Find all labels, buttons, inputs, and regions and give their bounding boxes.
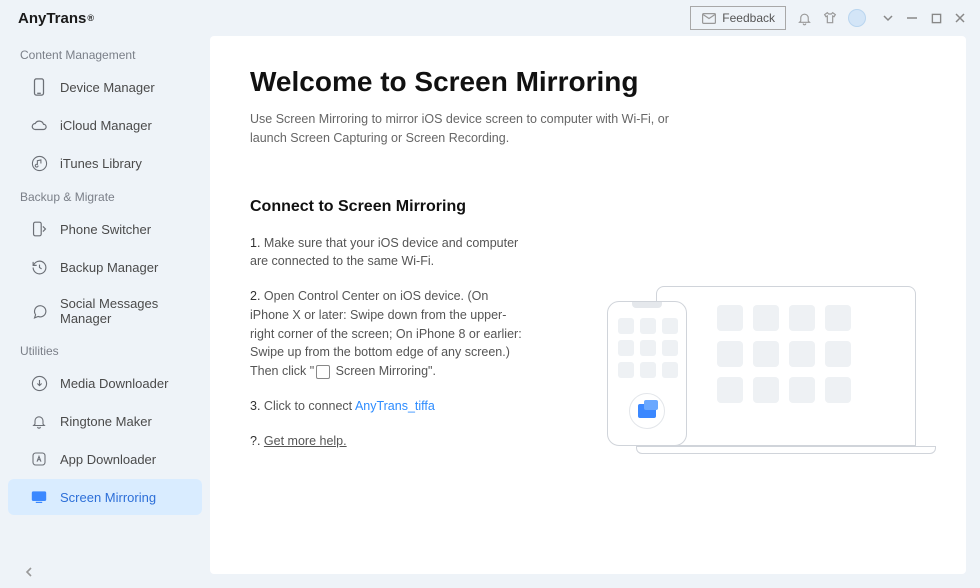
laptop-graphic: [656, 286, 916, 446]
step-number: ?.: [250, 434, 260, 448]
shirt-icon[interactable]: [822, 10, 838, 26]
phone-icon: [30, 78, 48, 96]
sidebar-item-label: Phone Switcher: [60, 222, 151, 237]
step-number: 1.: [250, 236, 260, 250]
sidebar-item-label: iCloud Manager: [60, 118, 152, 133]
page-subtitle: Use Screen Mirroring to mirror iOS devic…: [250, 110, 670, 148]
titlebar-right: Feedback: [690, 6, 968, 30]
phone-badge-icon: [629, 393, 665, 429]
sidebar-item-social-messages[interactable]: Social Messages Manager: [8, 287, 202, 335]
screen-mirroring-inline-icon: [316, 365, 330, 379]
maximize-icon[interactable]: [928, 10, 944, 26]
laptop-base: [636, 446, 936, 454]
sidebar-item-label: App Downloader: [60, 452, 156, 467]
sidebar-item-device-manager[interactable]: Device Manager: [8, 69, 202, 105]
sidebar-item-backup-manager[interactable]: Backup Manager: [8, 249, 202, 285]
phone-graphic: [607, 301, 687, 446]
page-title: Welcome to Screen Mirroring: [250, 66, 926, 98]
music-note-icon: [30, 154, 48, 172]
illustration: [656, 286, 936, 454]
app-icon: [30, 450, 48, 468]
body: Content Management Device Manager iCloud…: [0, 36, 980, 588]
sidebar-item-phone-switcher[interactable]: Phone Switcher: [8, 211, 202, 247]
step-help: ?. Get more help.: [250, 432, 530, 451]
download-icon: [30, 374, 48, 392]
section-content-management: Content Management: [0, 40, 210, 68]
chat-icon: [30, 302, 48, 320]
registered-mark: ®: [87, 13, 94, 23]
section-utilities: Utilities: [0, 336, 210, 364]
step-text: Screen Mirroring".: [332, 364, 436, 378]
sidebar-item-media-downloader[interactable]: Media Downloader: [8, 365, 202, 401]
step-3: 3. Click to connect AnyTrans_tiffa: [250, 397, 530, 416]
app-title: AnyTrans®: [18, 10, 94, 27]
switch-icon: [30, 220, 48, 238]
sidebar-item-label: iTunes Library: [60, 156, 142, 171]
sidebar-item-icloud-manager[interactable]: iCloud Manager: [8, 107, 202, 143]
section-backup-migrate: Backup & Migrate: [0, 182, 210, 210]
sidebar-item-itunes-library[interactable]: iTunes Library: [8, 145, 202, 181]
mirror-icon: [30, 488, 48, 506]
sidebar-item-label: Backup Manager: [60, 260, 158, 275]
sidebar-item-label: Ringtone Maker: [60, 414, 152, 429]
sidebar-item-label: Social Messages Manager: [60, 296, 188, 326]
feedback-button[interactable]: Feedback: [690, 6, 786, 30]
history-icon: [30, 258, 48, 276]
cloud-icon: [30, 116, 48, 134]
bell-outline-icon: [30, 412, 48, 430]
feedback-label: Feedback: [722, 11, 775, 25]
minimize-icon[interactable]: [904, 10, 920, 26]
phone-app-grid: [608, 308, 686, 388]
sidebar: Content Management Device Manager iCloud…: [0, 36, 210, 588]
avatar[interactable]: [848, 9, 866, 27]
bell-icon[interactable]: [796, 10, 812, 26]
collapse-sidebar-button[interactable]: [0, 556, 210, 588]
titlebar: AnyTrans® Feedback: [0, 0, 980, 36]
chevron-down-icon[interactable]: [880, 10, 896, 26]
laptop-app-grid: [717, 305, 851, 403]
window-controls: [880, 10, 968, 26]
step-1: 1. Make sure that your iOS device and co…: [250, 234, 530, 272]
section-heading: Connect to Screen Mirroring: [250, 198, 926, 216]
app-name: AnyTrans: [18, 10, 86, 27]
sidebar-item-label: Screen Mirroring: [60, 490, 156, 505]
get-help-link[interactable]: Get more help.: [264, 434, 347, 448]
close-icon[interactable]: [952, 10, 968, 26]
sidebar-item-ringtone-maker[interactable]: Ringtone Maker: [8, 403, 202, 439]
step-number: 2.: [250, 289, 260, 303]
connect-device-link[interactable]: AnyTrans_tiffa: [355, 399, 435, 413]
sidebar-item-app-downloader[interactable]: App Downloader: [8, 441, 202, 477]
sidebar-item-label: Device Manager: [60, 80, 155, 95]
steps-list: 1. Make sure that your iOS device and co…: [250, 234, 530, 451]
sidebar-item-screen-mirroring[interactable]: Screen Mirroring: [8, 479, 202, 515]
step-number: 3.: [250, 399, 260, 413]
step-text: Make sure that your iOS device and compu…: [250, 236, 518, 269]
step-2: 2. Open Control Center on iOS device. (O…: [250, 287, 530, 381]
main-content: Welcome to Screen Mirroring Use Screen M…: [210, 36, 966, 574]
sidebar-item-label: Media Downloader: [60, 376, 168, 391]
step-text: Click to connect: [264, 399, 355, 413]
mail-icon: [701, 10, 717, 26]
